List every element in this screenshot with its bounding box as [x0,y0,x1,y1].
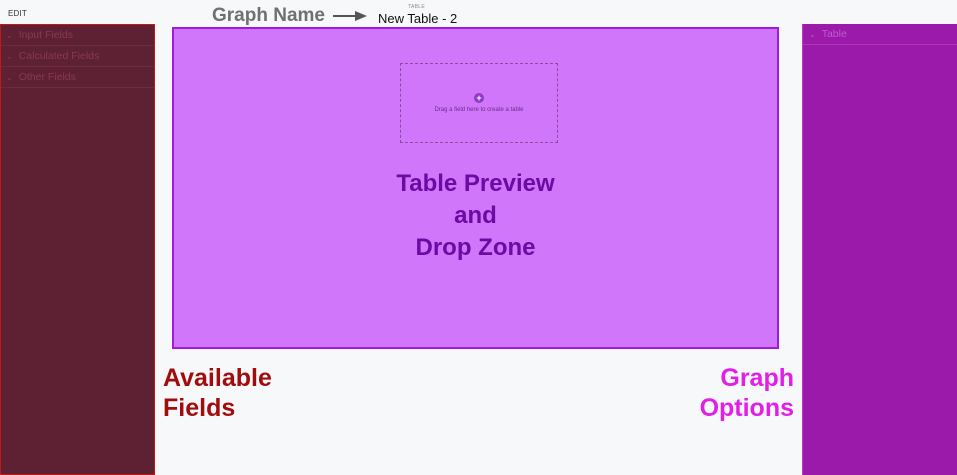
annotation-line: Fields [163,394,236,422]
chevron-down-icon: ⌄ [809,29,816,39]
graph-options-panel: ⌄ Table [802,24,957,475]
table-preview-drop-zone[interactable]: + Drag a field here to create a table Ta… [172,27,779,349]
preview-annotation: Table Preview and Drop Zone [174,168,777,264]
annotation-line: Options [699,394,794,422]
options-group-label: Table [821,28,847,40]
field-group-label: Calculated Fields [18,50,100,62]
options-group-table[interactable]: ⌄ Table [803,24,957,45]
field-drop-target[interactable]: + Drag a field here to create a table [400,63,558,143]
annotation-line: Graph [720,364,794,392]
field-group-input[interactable]: ⌄ Input Fields [1,25,154,46]
field-group-other[interactable]: ⌄ Other Fields [1,67,154,88]
preview-annotation-line: Table Preview [396,170,555,197]
edit-tab[interactable]: EDIT [8,9,27,18]
add-circle-icon: + [474,93,484,103]
field-group-label: Other Fields [18,71,76,83]
arrow-right-icon [332,11,367,21]
drop-hint-text: Drag a field here to create a table [434,107,524,113]
graph-name-field[interactable]: New Table - 2 [378,11,457,26]
available-fields-panel: ⌄ Input Fields ⌄ Calculated Fields ⌄ Oth… [0,24,155,475]
graph-name-annotation-text: Graph Name [212,5,325,26]
chevron-down-icon: ⌄ [6,30,13,40]
preview-annotation-line: Drop Zone [415,234,536,261]
field-group-label: Input Fields [18,29,73,41]
graph-options-annotation: Graph Options [700,363,794,423]
preview-annotation-line: and [454,202,497,229]
chevron-down-icon: ⌄ [6,51,13,61]
annotation-line: Available [163,364,272,392]
field-group-calculated[interactable]: ⌄ Calculated Fields [1,46,154,67]
graph-type-kicker: TABLE [408,4,425,10]
chevron-down-icon: ⌄ [6,72,13,82]
available-fields-annotation: Available Fields [163,363,272,423]
graph-name-annotation: Graph Name [212,5,367,27]
